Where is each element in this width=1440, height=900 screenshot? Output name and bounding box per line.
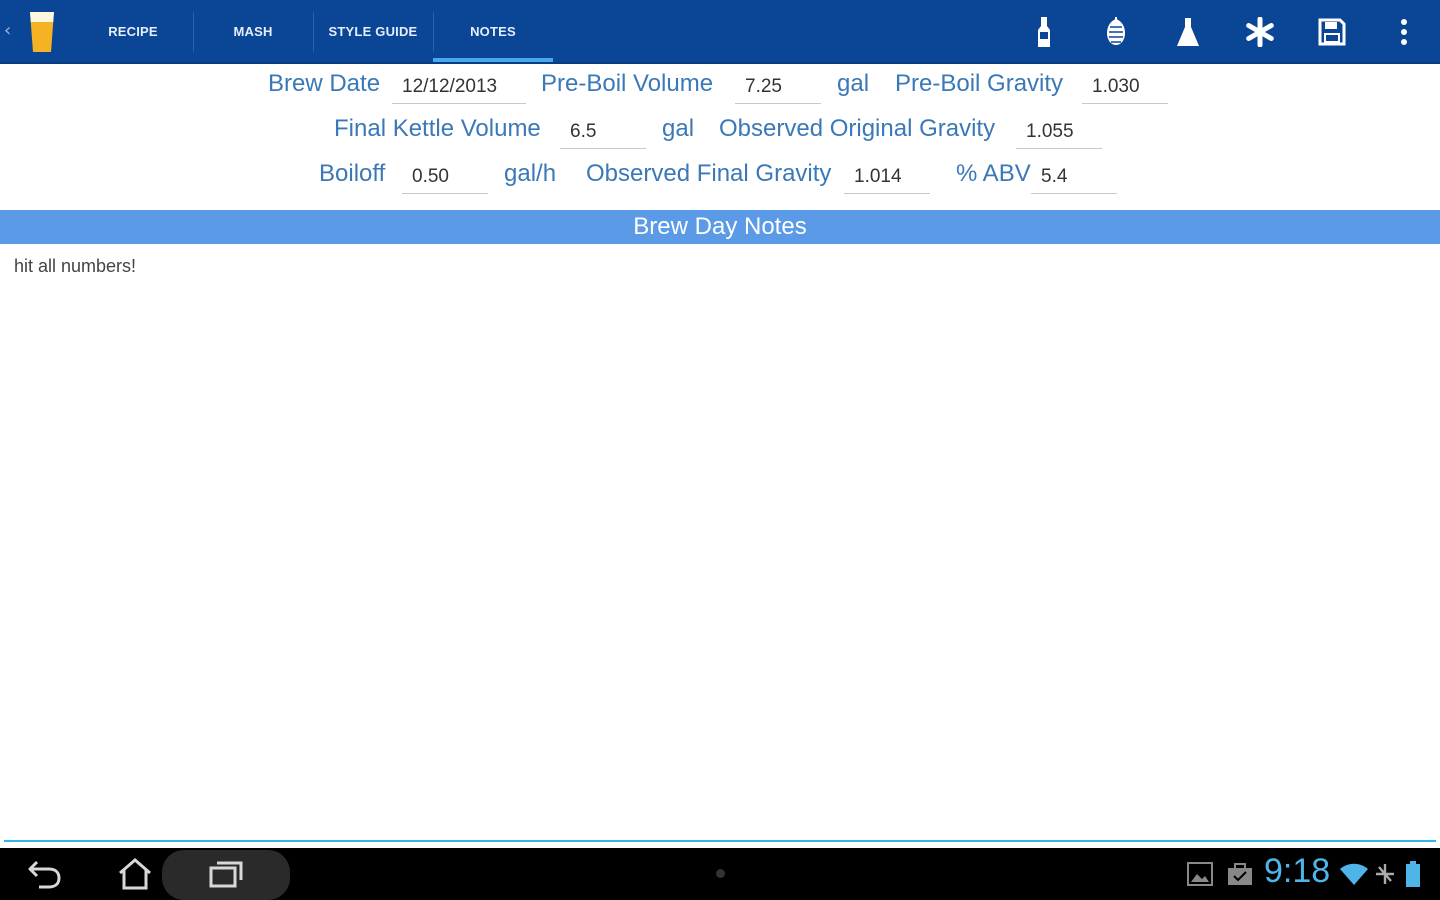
- gallery-notification-icon: [1186, 860, 1214, 888]
- snowflake-icon[interactable]: [1242, 14, 1278, 50]
- abv-label: % ABV: [956, 160, 1031, 187]
- final-kettle-volume-unit: gal: [662, 115, 695, 142]
- pre-boil-gravity-input[interactable]: [1082, 70, 1168, 104]
- recent-apps-icon: [209, 861, 243, 888]
- final-kettle-volume-input[interactable]: [560, 115, 646, 149]
- wifi-icon: [1338, 860, 1370, 888]
- save-icon[interactable]: [1314, 14, 1350, 50]
- pre-boil-volume-input[interactable]: [735, 70, 821, 104]
- boiloff-label: Boiloff: [319, 160, 386, 187]
- boiloff-unit: gal/h: [504, 160, 557, 187]
- back-icon: [28, 860, 61, 889]
- notes-focus-underline: [4, 840, 1436, 842]
- bottle-icon[interactable]: [1026, 14, 1062, 50]
- beer-glass-logo-icon[interactable]: [28, 10, 56, 54]
- pre-boil-volume-label: Pre-Boil Volume: [541, 70, 714, 97]
- hop-icon[interactable]: [1098, 14, 1134, 50]
- battery-icon: [1402, 860, 1424, 888]
- field-row: Final Kettle Volume gal Observed Origina…: [0, 115, 1440, 155]
- back-nav-button[interactable]: [0, 848, 90, 900]
- pre-boil-gravity-label: Pre-Boil Gravity: [895, 70, 1064, 97]
- observed-og-input[interactable]: [1016, 115, 1102, 149]
- observed-og-label: Observed Original Gravity: [719, 115, 996, 142]
- observed-fg-input[interactable]: [844, 160, 930, 194]
- system-bar: 9:18: [0, 848, 1440, 900]
- brew-date-input[interactable]: [392, 70, 526, 104]
- status-clock: 9:18: [1264, 852, 1331, 890]
- home-nav-button[interactable]: [90, 848, 180, 900]
- field-row: Brew Date Pre-Boil Volume gal Pre-Boil G…: [0, 70, 1440, 110]
- brew-date-label: Brew Date: [268, 70, 381, 97]
- boiloff-input[interactable]: [402, 160, 488, 194]
- pre-boil-volume-unit: gal: [837, 70, 870, 97]
- menu-dot-icon[interactable]: [716, 869, 725, 878]
- action-bar: ‹ RECIPE MASH STYLE GUIDE NOTES: [0, 0, 1440, 64]
- brew-day-notes-textarea[interactable]: hit all numbers!: [0, 246, 1440, 842]
- final-kettle-volume-label: Final Kettle Volume: [334, 115, 541, 142]
- recent-apps-nav-button[interactable]: [181, 848, 271, 900]
- up-caret-icon[interactable]: ‹: [4, 20, 11, 41]
- flask-icon[interactable]: [1170, 14, 1206, 50]
- tab-mash[interactable]: MASH: [193, 0, 313, 62]
- tab-recipe[interactable]: RECIPE: [73, 0, 193, 62]
- tab-notes[interactable]: NOTES: [433, 0, 553, 62]
- tab-style-guide[interactable]: STYLE GUIDE: [313, 0, 433, 62]
- abv-input[interactable]: [1031, 160, 1117, 194]
- observed-fg-label: Observed Final Gravity: [586, 160, 832, 187]
- notes-header: Brew Day Notes: [0, 210, 1440, 244]
- overflow-menu-icon[interactable]: [1386, 14, 1422, 50]
- home-icon: [119, 858, 151, 890]
- field-row: Boiloff gal/h Observed Final Gravity % A…: [0, 160, 1440, 200]
- briefcase-notification-icon: [1226, 860, 1254, 888]
- airplane-mode-icon: [1372, 860, 1398, 888]
